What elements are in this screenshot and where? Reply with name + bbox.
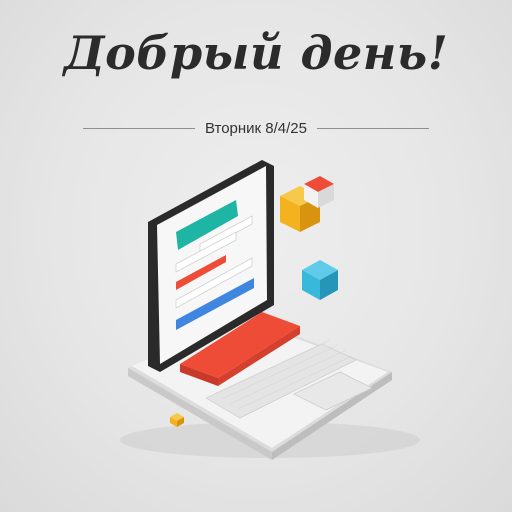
blue-cube-icon	[302, 260, 338, 300]
cube-icon	[280, 176, 334, 232]
small-cube-icon	[170, 413, 184, 427]
laptop-illustration	[120, 160, 420, 460]
